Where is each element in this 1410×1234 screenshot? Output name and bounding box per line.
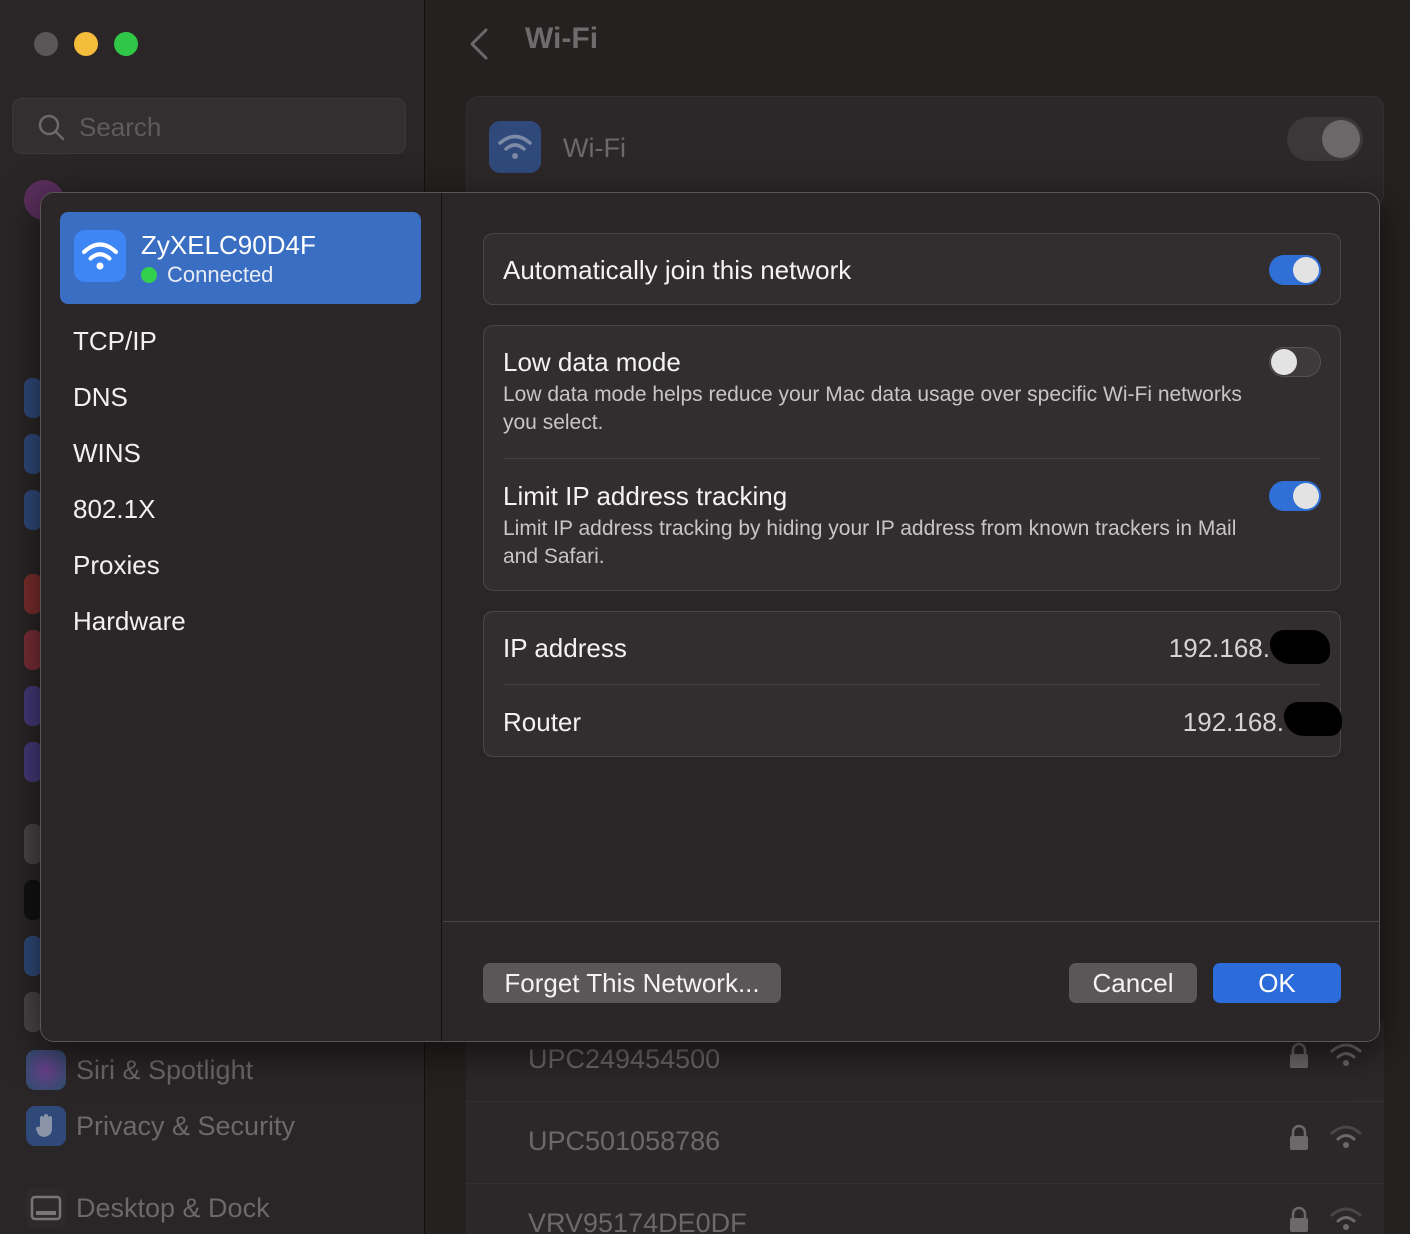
sheet-content: Automatically join this network Low data… [443,193,1379,921]
wifi-signal-icon [1330,1043,1362,1066]
sheet-footer: Forget This Network... Cancel OK [443,921,1379,1041]
auto-join-label: Automatically join this network [503,255,852,285]
privacy-options-card: Low data mode Low data mode helps reduce… [483,325,1341,591]
wifi-icon [489,121,541,173]
search-placeholder: Search [79,112,162,142]
sidebar-item-desktop-dock[interactable]: Desktop & Dock [26,1186,270,1230]
lock-icon [1290,1042,1308,1068]
router-value: 192.168. [1182,707,1284,737]
wifi-label: Wi-Fi [563,133,626,163]
minimize-window-button[interactable] [74,32,98,56]
ip-address-value: 192.168. [1168,633,1270,663]
redaction-mark [1284,702,1342,736]
list-item[interactable]: UPC501058786 [466,1102,1384,1184]
redaction-mark [1270,630,1330,664]
list-item[interactable]: VRV95174DE0DF [466,1184,1384,1234]
nav-item-8021x[interactable]: 802.1X [73,481,186,537]
sidebar-item-label: Siri & Spotlight [76,1054,254,1085]
close-window-button[interactable] [34,32,58,56]
divider [503,458,1321,459]
nav-item-dns[interactable]: DNS [73,369,186,425]
page-title: Wi-Fi [525,22,599,55]
network-name: VRV95174DE0DF [528,1208,747,1234]
sheet-sidebar: ZyXELC90D4F Connected TCP/IP DNS WINS 80… [41,193,442,1041]
sidebar-item-label: Privacy & Security [76,1110,296,1141]
network-list: UPC249454500 UPC501058786 VRV95174DE0DF [466,1020,1384,1234]
nav-item-proxies[interactable]: Proxies [73,537,186,593]
forget-network-button[interactable]: Forget This Network... [483,963,781,1003]
lock-icon [1290,1124,1308,1150]
auto-join-card: Automatically join this network [483,233,1341,305]
divider [503,684,1321,685]
network-name: UPC249454500 [528,1044,721,1074]
lock-icon [1290,1206,1308,1232]
sidebar-item-label: Desktop & Dock [76,1192,270,1223]
zoom-window-button[interactable] [114,32,138,56]
ip-address-label: IP address [503,633,627,663]
status-dot-icon [141,267,157,283]
settings-nav: TCP/IP DNS WINS 802.1X Proxies Hardware [73,313,186,649]
limit-ip-toggle[interactable] [1269,481,1321,511]
hand-icon [26,1106,66,1146]
nav-item-hardware[interactable]: Hardware [73,593,186,649]
sidebar-item-siri[interactable]: Siri & Spotlight [26,1048,253,1092]
network-name: UPC501058786 [528,1126,721,1156]
network-details-sheet: ZyXELC90D4F Connected TCP/IP DNS WINS 80… [40,192,1380,1042]
cancel-button[interactable]: Cancel [1069,963,1197,1003]
wifi-signal-icon [1330,1125,1362,1148]
auto-join-toggle[interactable] [1269,255,1321,285]
ok-button[interactable]: OK [1213,963,1341,1003]
wifi-signal-icon [1330,1207,1362,1230]
limit-ip-label: Limit IP address tracking [503,481,788,511]
nav-item-tcpip[interactable]: TCP/IP [73,313,186,369]
chevron-left-icon[interactable] [466,26,494,62]
selected-network-item[interactable]: ZyXELC90D4F Connected [60,212,421,304]
low-data-label: Low data mode [503,347,681,377]
network-name: ZyXELC90D4F [141,230,316,260]
siri-icon [26,1050,66,1090]
low-data-description: Low data mode helps reduce your Mac data… [503,383,1242,434]
wifi-toggle-card: Wi-Fi [466,96,1384,206]
wifi-icon [74,230,126,282]
sidebar-item-privacy[interactable]: Privacy & Security [26,1104,295,1148]
low-data-toggle[interactable] [1269,347,1321,377]
search-icon [38,114,65,141]
address-card: IP address 192.168. Router 192.168. [483,611,1342,757]
router-label: Router [503,707,582,737]
status-label: Connected [167,262,274,287]
connection-status: Connected [141,262,273,288]
search-field[interactable]: Search [12,98,406,154]
nav-item-wins[interactable]: WINS [73,425,186,481]
wifi-toggle[interactable] [1287,117,1363,161]
dock-icon [26,1188,66,1228]
limit-ip-description: Limit IP address tracking by hiding your… [503,517,1237,568]
